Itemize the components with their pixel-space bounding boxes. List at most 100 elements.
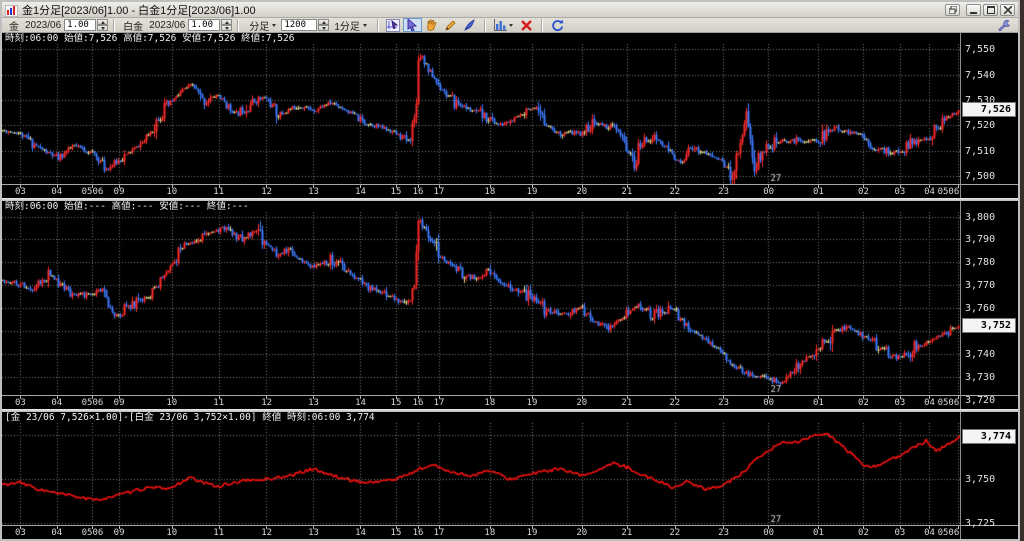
minimize-button[interactable] — [966, 3, 981, 16]
gold-y-axis: 7,550 7,540 7,530 7,520 7,510 7,500 7,526 — [960, 33, 1018, 198]
current-price-box: 7,526 — [962, 102, 1016, 118]
x-axis-label: 12 — [261, 187, 273, 197]
x-axis-label: 20 — [576, 528, 588, 538]
y-axis-label: 7,520 — [965, 120, 996, 132]
x-axis-label: 22 — [669, 528, 681, 538]
x-axis-label: 22 — [669, 187, 681, 197]
spread-info-line: [金 23/06 7,526×1.00]-[白金 23/06 3,752×1.0… — [2, 412, 960, 423]
platinum-ratio-spinner[interactable] — [221, 19, 233, 31]
x-axis-label: 21 — [621, 398, 633, 408]
x-axis-label: 04 — [51, 528, 63, 538]
x-axis-label: 15 — [390, 187, 402, 197]
y-axis-label: 3,790 — [965, 234, 996, 246]
select-tool-button[interactable] — [402, 18, 422, 32]
x-axis-label: 03 — [894, 398, 906, 408]
x-axis-label: 19 — [526, 528, 538, 538]
refresh-button[interactable] — [548, 18, 567, 32]
platinum-candlestick-panel: 時刻:06:00 始値:--- 高値:--- 安値:--- 終値:--- 03 0… — [2, 201, 1018, 409]
toolbar-separator — [376, 18, 379, 32]
x-axis-label: 21 — [621, 528, 633, 538]
chart-type-dropdown[interactable]: 分足 — [244, 19, 281, 33]
x-axis-label: 00 — [763, 398, 775, 408]
settings-wrench-button[interactable] — [995, 18, 1014, 32]
restore-window-button[interactable] — [945, 3, 960, 16]
y-axis-label: 3,760 — [965, 303, 996, 315]
x-axis-label: 19 — [526, 187, 538, 197]
delete-tool-button[interactable] — [517, 18, 536, 32]
x-axis-label: 12 — [261, 398, 273, 408]
x-axis-label: 10 — [166, 187, 178, 197]
close-button[interactable] — [1000, 3, 1015, 16]
x-axis-label: 11 — [213, 187, 225, 197]
gold-contract-month[interactable]: 2023/06 — [25, 20, 61, 31]
gold-info-line: 時刻:06:00 始値:7,526 高値:7,526 安値:7,526 終値:7… — [2, 33, 960, 44]
x-axis-label: 14 — [355, 528, 366, 538]
pan-hand-tool-button[interactable] — [422, 18, 441, 32]
bar-count-spinner[interactable] — [318, 19, 330, 31]
platinum-y-axis: 3,800 3,790 3,780 3,770 3,760 3,740 3,730 3,720… — [960, 201, 1018, 409]
x-axis-label: 0506 — [81, 528, 104, 538]
app-icon — [4, 4, 19, 17]
chevron-down-icon — [509, 23, 514, 27]
platinum-contract-month[interactable]: 2023/06 — [149, 20, 185, 31]
refresh-icon — [552, 19, 564, 31]
x-axis-label: 17 — [433, 398, 445, 408]
timeframe-dropdown[interactable]: 1分足 — [329, 19, 372, 33]
x-axis-label: 03 — [894, 528, 906, 538]
pen-tool-button[interactable] — [460, 18, 479, 32]
gold-ratio-input[interactable] — [64, 19, 97, 31]
y-axis-label: 3,750 — [965, 474, 996, 486]
x-axis-label: 14 — [355, 187, 366, 197]
chart-style-dropdown-button[interactable] — [491, 18, 517, 32]
gold-symbol-label: 金 — [9, 21, 19, 33]
platinum-x-axis: 03 04 0506 09 10 11 12 13 14 15 16 17 18 19 20 21 22 23 00… — [2, 395, 960, 409]
x-axis-label: 15 — [390, 398, 402, 408]
chevron-down-icon — [272, 23, 277, 27]
x-axis-label: 20 — [576, 187, 588, 197]
hand-icon — [426, 18, 437, 31]
bar-count-input[interactable] — [281, 19, 318, 31]
data-cursor-tool-button[interactable] — [384, 18, 403, 32]
current-price-box: 3,752 — [962, 318, 1016, 334]
chart-area: 時刻:06:00 始値:7,526 高値:7,526 安値:7,526 終値:7… — [2, 33, 1018, 539]
gold-candlestick-canvas[interactable] — [2, 44, 960, 184]
x-axis-label: 02 — [858, 187, 869, 197]
platinum-info-line: 時刻:06:00 始値:--- 高値:--- 安値:--- 終値:--- — [2, 201, 960, 212]
x-axis-label: 17 — [433, 528, 445, 538]
spread-line-canvas[interactable] — [2, 423, 960, 525]
title-bar[interactable]: 金1分足[2023/06]1.00 - 白金1分足[2023/06]1.00 — [2, 2, 1018, 18]
x-axis-label: 19 — [526, 398, 538, 408]
platinum-candlestick-canvas[interactable] — [2, 212, 960, 395]
x-axis-label: 01 — [813, 398, 824, 408]
x-axis-label: 14 — [355, 398, 366, 408]
y-axis-label: 3,780 — [965, 257, 996, 269]
x-axis-label: 20 — [576, 398, 588, 408]
gold-candlestick-panel: 時刻:06:00 始値:7,526 高値:7,526 安値:7,526 終値:7… — [2, 33, 1018, 198]
x-axis-label: 03 — [15, 187, 26, 197]
x-axis-label: 23 — [718, 528, 730, 538]
platinum-ratio-input[interactable] — [188, 19, 221, 31]
gold-ratio-spinner[interactable] — [97, 19, 109, 31]
pencil-icon — [445, 19, 456, 31]
x-axis-label: 03 — [894, 187, 906, 197]
y-axis-label: 7,500 — [965, 171, 996, 183]
pencil-tool-button[interactable] — [441, 18, 460, 32]
x-axis-label: 12 — [261, 528, 273, 538]
toolbar-separator — [483, 18, 486, 32]
wrench-icon — [998, 19, 1011, 31]
maximize-button[interactable] — [983, 3, 998, 16]
x-axis-label: 11 — [213, 528, 225, 538]
x-axis-label: 16 — [412, 187, 424, 197]
spread-line-panel: [金 23/06 7,526×1.00]-[白金 23/06 3,752×1.0… — [2, 412, 1018, 539]
x-axis-label: 16 — [412, 398, 424, 408]
x-axis-label: 16 — [412, 528, 424, 538]
x-axis-label: 04 — [51, 187, 63, 197]
x-axis-label: 11 — [213, 398, 225, 408]
y-axis-label: 7,540 — [965, 69, 996, 81]
y-axis-label: 3,725 — [965, 518, 996, 530]
x-axis-label: 01 — [813, 528, 824, 538]
toolbar-separator — [540, 18, 543, 32]
x-axis-label: 17 — [433, 187, 445, 197]
x-axis-label: 00 — [763, 528, 775, 538]
x-axis-label: 13 — [308, 398, 319, 408]
